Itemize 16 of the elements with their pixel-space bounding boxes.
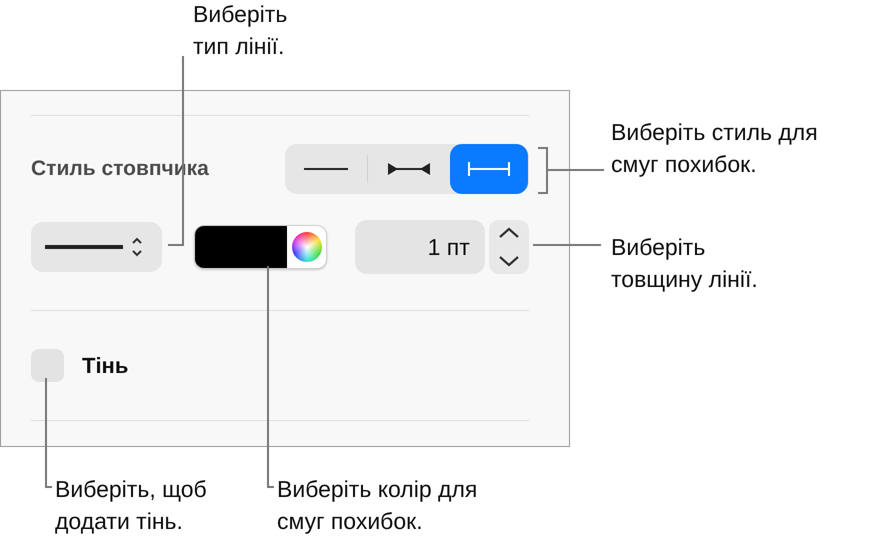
capped-line-icon [467,161,511,177]
bracket-leader-line [537,147,605,194]
stepper[interactable] [488,220,529,274]
color-wheel-icon [292,232,322,262]
callout-text: Виберіть товщину лінії. [611,233,758,294]
color-well[interactable] [194,225,327,269]
callout-text: Виберіть стиль для смуг похибок. [611,118,818,179]
line-type-popup[interactable] [31,222,162,272]
line-width-field[interactable]: 1 пт [354,220,485,274]
callout-text: Виберіть тип лінії. [193,0,288,61]
callout-text: Виберіть, щоб додати тінь. [55,475,207,536]
callout-text: Виберіть колір для смуг похибок. [277,475,478,536]
shadow-label: Тінь [82,352,128,378]
shadow-checkbox[interactable] [31,349,64,382]
arrow-ends-line-icon [387,162,431,176]
leader-line [533,244,601,246]
